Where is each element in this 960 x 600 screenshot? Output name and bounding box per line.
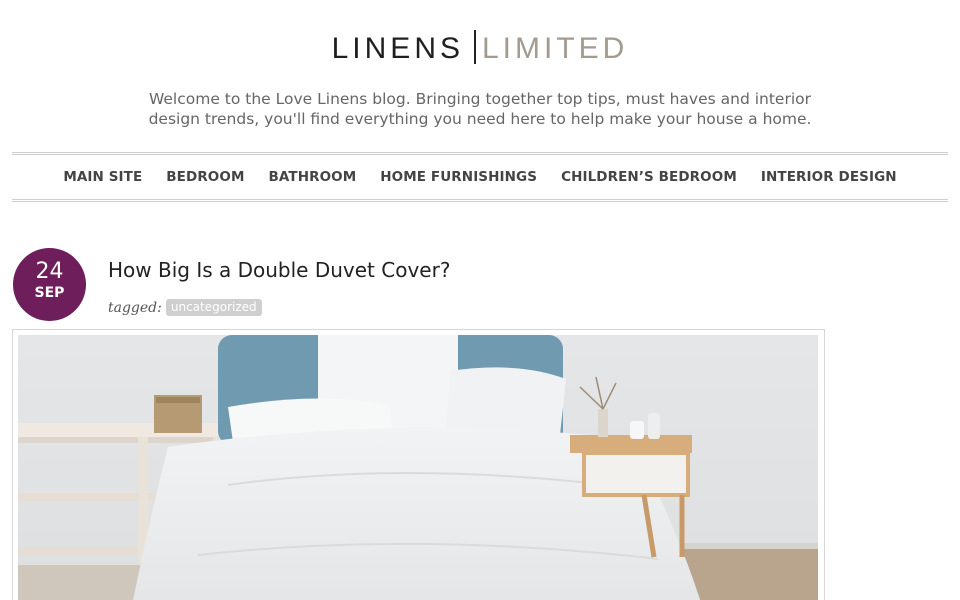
tag-badge-uncategorized[interactable]: uncategorized [165,299,262,316]
post-featured-image-frame[interactable] [12,329,825,600]
post-date-month: SEP [34,285,65,301]
logo-text-linens: LINENS [331,32,464,65]
nav-item-childrens-bedroom[interactable]: CHILDREN’S BEDROOM [561,169,737,185]
nav-item-bedroom[interactable]: BEDROOM [166,169,244,185]
post-title-link[interactable]: How Big Is a Double Duvet Cover? [108,258,450,282]
post-tags: tagged: uncategorized [108,299,262,316]
logo-text-limited: LIMITED [482,32,629,65]
nav-item-home-furnishings[interactable]: HOME FURNISHINGS [380,169,537,185]
tagged-label: tagged: [108,299,162,316]
nav-item-main-site[interactable]: MAIN SITE [63,169,142,185]
main-navigation: MAIN SITE BEDROOM BATHROOM HOME FURNISHI… [12,152,948,202]
logo-divider [474,30,476,64]
nav-item-bathroom[interactable]: BATHROOM [269,169,357,185]
blog-tagline: Welcome to the Love Linens blog. Bringin… [148,90,812,128]
nav-item-interior-design[interactable]: INTERIOR DESIGN [761,169,897,185]
site-logo[interactable]: LINENS LIMITED [0,30,960,66]
bedroom-photo-image [18,335,818,600]
post-date-day: 24 [35,259,64,284]
post-date-badge: 24 SEP [13,248,86,321]
